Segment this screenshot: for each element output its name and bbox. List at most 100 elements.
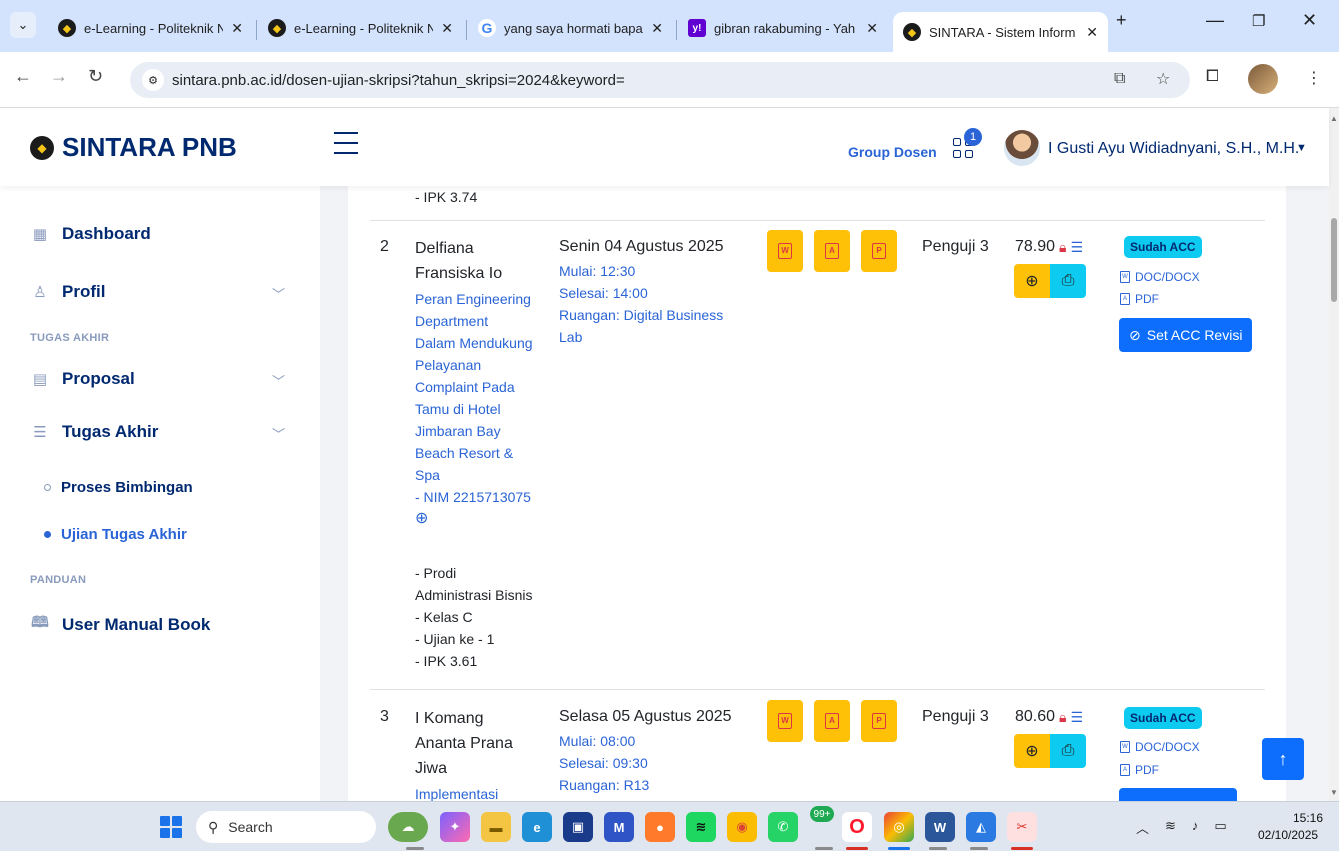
word-file-button[interactable]: W <box>767 230 803 272</box>
wifi-icon[interactable]: ≋ <box>1165 818 1176 837</box>
scroll-up-arrow-icon[interactable]: ▲ <box>1330 114 1338 123</box>
browser-tab-1[interactable]: ◆ e-Learning - Politeknik N ✕ <box>48 10 253 46</box>
chevron-down-icon[interactable]: ﹀ <box>272 371 285 390</box>
hamburger-menu-icon[interactable] <box>334 132 358 154</box>
pdf-file-button[interactable]: A <box>814 700 850 742</box>
sidebar-item-profil[interactable]: ♙ Profil <box>30 282 105 302</box>
thesis-title-link[interactable]: Implementasi <box>415 783 555 801</box>
chevron-down-icon[interactable]: ﹀ <box>272 284 285 303</box>
brand-logo[interactable]: ◆ SINTARA PNB <box>30 132 237 163</box>
nim-link[interactable]: - NIM 2215713075 <box>415 486 555 508</box>
sidebar-subitem-ujian-tugas-akhir[interactable]: Ujian Tugas Akhir <box>44 526 187 543</box>
lock-icon: 🔒︎ <box>1059 239 1067 255</box>
browser-tab-4[interactable]: y! gibran rakabuming - Yah ✕ <box>678 10 888 46</box>
slides-file-button[interactable]: P <box>861 700 897 742</box>
bookmark-star-icon[interactable]: ☆ <box>1156 69 1170 89</box>
browser-tab-active[interactable]: ◆ SINTARA - Sistem Inform ✕ <box>893 12 1108 52</box>
doc-download-link[interactable]: W DOC/DOCX <box>1120 740 1200 754</box>
pdf-file-button[interactable]: A <box>814 230 850 272</box>
weather-widget-icon[interactable]: ☁ <box>388 812 428 842</box>
close-window-icon[interactable]: ✕ <box>1302 10 1317 31</box>
word-app-icon[interactable]: W <box>925 812 955 842</box>
copilot-icon[interactable]: ✦ <box>440 812 470 842</box>
pdf-download-link[interactable]: A PDF <box>1120 292 1159 306</box>
row3-action-button[interactable] <box>1119 788 1237 801</box>
photos-icon[interactable]: ◭ <box>966 812 996 842</box>
chrome-icon[interactable]: ◉ <box>727 812 757 842</box>
score: 80.60 🔒︎ ☰ <box>1015 706 1083 728</box>
print-button[interactable]: ⎙ <box>1050 264 1086 298</box>
firefox-icon[interactable]: ● <box>645 812 675 842</box>
new-tab-icon[interactable]: + <box>1116 10 1127 31</box>
browser-profile-avatar[interactable] <box>1248 64 1278 94</box>
thesis-title-link[interactable]: Peran Engineering Department Dalam Mendu… <box>415 288 555 530</box>
status-badge: Sudah ACC <box>1124 707 1202 729</box>
zoom-in-button[interactable]: ⊕ <box>1014 734 1050 768</box>
zoom-in-button[interactable]: ⊕ <box>1014 264 1050 298</box>
opera-icon[interactable]: O <box>842 812 872 842</box>
printer-icon: ⎙ <box>1061 272 1075 289</box>
browser-tab-2[interactable]: ◆ e-Learning - Politeknik N ✕ <box>258 10 463 46</box>
comment-icon[interactable]: ☰ <box>1071 706 1084 728</box>
list-check-icon: ☰ <box>33 424 47 441</box>
close-tab-icon[interactable]: ✕ <box>651 20 663 37</box>
slides-file-button[interactable]: P <box>861 230 897 272</box>
user-name[interactable]: I Gusti Ayu Widiadnyani, S.H., M.H. <box>1048 140 1299 158</box>
comment-icon[interactable]: ☰ <box>1071 236 1084 258</box>
close-tab-icon[interactable]: ✕ <box>231 20 243 37</box>
edge-icon[interactable]: e <box>522 812 552 842</box>
forward-icon[interactable]: → <box>50 66 68 87</box>
set-acc-revisi-button[interactable]: ⊘ Set ACC Revisi <box>1119 318 1253 352</box>
minimize-icon[interactable]: — <box>1206 10 1224 31</box>
back-icon[interactable]: ← <box>14 66 32 87</box>
translate-icon[interactable]: ⧉ <box>1114 70 1125 88</box>
spotify-icon[interactable]: ≋ <box>686 812 716 842</box>
extensions-icon[interactable]: ⧠ <box>1206 68 1219 86</box>
reload-icon[interactable]: ↻ <box>88 66 103 87</box>
scroll-down-arrow-icon[interactable]: ▼ <box>1330 788 1338 797</box>
prev-row-ipk: - IPK 3.74 <box>415 189 478 205</box>
caret-down-icon[interactable]: ▼ <box>1296 142 1307 154</box>
windows-start-icon[interactable] <box>160 816 182 838</box>
clock-time[interactable]: 15:16 <box>1293 811 1323 825</box>
scrollbar-thumb[interactable] <box>1331 218 1337 302</box>
snipping-tool-icon[interactable]: ✂ <box>1007 812 1037 842</box>
chevron-up-icon[interactable]: ︿ <box>1136 818 1149 837</box>
close-tab-icon[interactable]: ✕ <box>866 20 878 37</box>
google-icon: G <box>478 19 496 37</box>
store-icon[interactable]: ▣ <box>563 812 593 842</box>
sidebar-item-tugas-akhir[interactable]: ☰ Tugas Akhir <box>30 422 158 442</box>
print-button[interactable]: ⎙ <box>1050 734 1086 768</box>
volume-icon[interactable]: ♪ <box>1192 818 1199 837</box>
scroll-to-top-button[interactable]: ↑ <box>1262 738 1304 780</box>
taskbar-search-box[interactable]: ⚲ Search <box>196 811 376 843</box>
sidebar-item-proposal[interactable]: ▤ Proposal <box>30 369 135 389</box>
page-scrollbar[interactable] <box>1329 108 1339 801</box>
close-tab-icon[interactable]: ✕ <box>441 20 453 37</box>
file-explorer-icon[interactable]: ▬ <box>481 812 511 842</box>
restore-icon[interactable]: ❐ <box>1252 12 1265 30</box>
chrome-profile-icon[interactable]: ◎ <box>884 812 914 842</box>
tab-search-chevron-icon[interactable]: ⌄ <box>10 12 36 38</box>
zoom-in-icon[interactable]: ⊕ <box>415 508 555 530</box>
clock-date[interactable]: 02/10/2025 <box>1258 828 1318 842</box>
user-avatar[interactable] <box>1004 130 1040 166</box>
battery-icon[interactable]: ▭ <box>1214 818 1226 837</box>
site-info-icon[interactable]: ⚙ <box>142 69 164 91</box>
system-tray: ︿ ≋ ♪ ▭ <box>1136 818 1227 837</box>
browser-menu-icon[interactable]: ⋮ <box>1306 68 1322 88</box>
close-tab-icon[interactable]: ✕ <box>1086 24 1098 41</box>
group-dosen-link[interactable]: Group Dosen <box>848 144 937 160</box>
sidebar-item-dashboard[interactable]: ▦ Dashboard <box>30 224 151 244</box>
url-input[interactable]: ⚙ sintara.pnb.ac.id/dosen-ujian-skripsi?… <box>130 62 1190 98</box>
sidebar-item-user-manual[interactable]: 🕮 User Manual Book <box>30 612 210 637</box>
browser-tab-3[interactable]: G yang saya hormati bapak ✕ <box>468 10 673 46</box>
pdf-download-link[interactable]: A PDF <box>1120 763 1159 777</box>
doc-download-link[interactable]: W DOC/DOCX <box>1120 270 1200 284</box>
sidebar-subitem-proses-bimbingan[interactable]: Proses Bimbingan <box>44 479 193 496</box>
chevron-down-icon[interactable]: ﹀ <box>272 424 285 443</box>
word-icon: W <box>1120 271 1130 283</box>
word-file-button[interactable]: W <box>767 700 803 742</box>
whatsapp-icon[interactable]: ✆ <box>768 812 798 842</box>
app-m-icon[interactable]: M <box>604 812 634 842</box>
